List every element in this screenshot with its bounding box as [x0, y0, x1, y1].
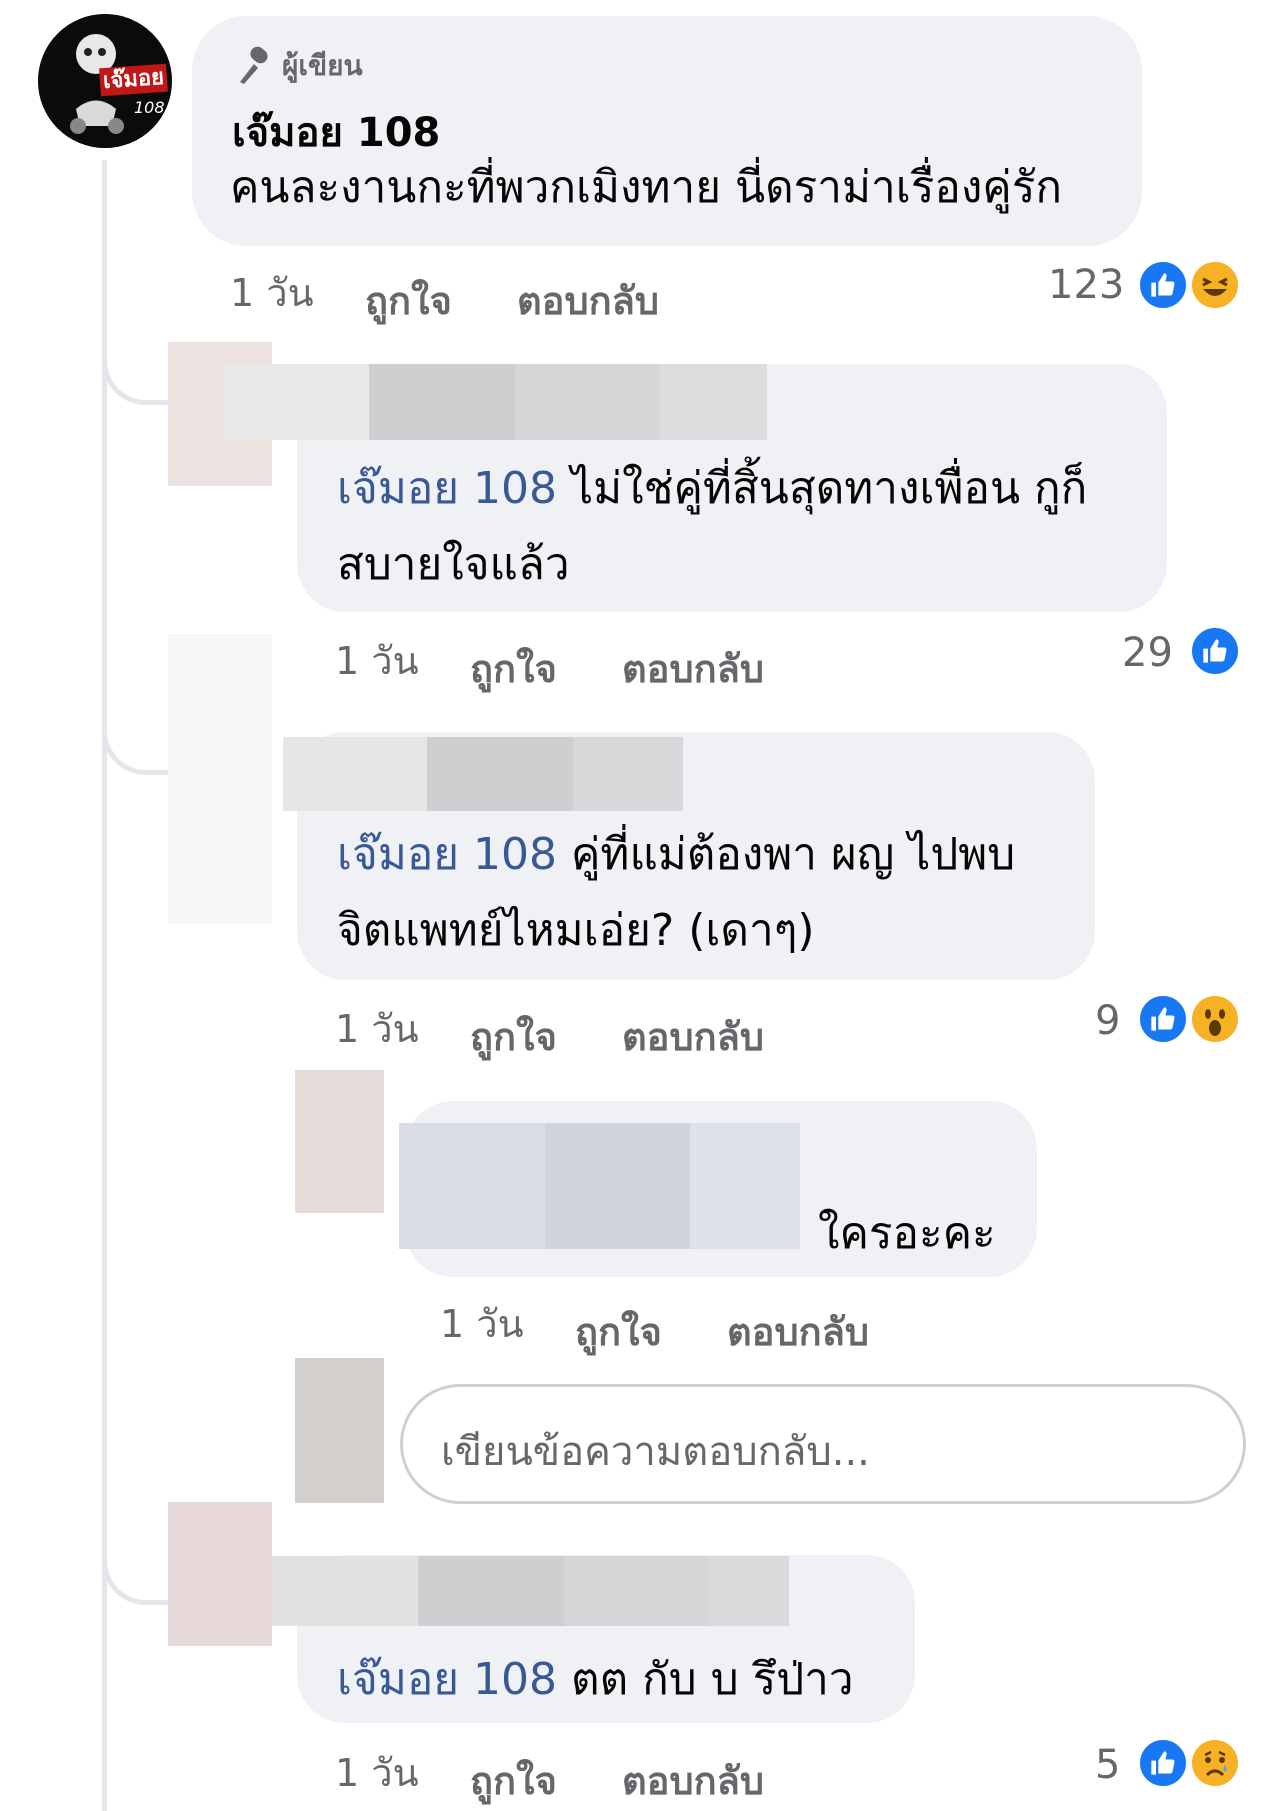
mention-link[interactable]: เจ๊มอย 108 — [337, 829, 557, 880]
like-icon — [1188, 624, 1242, 678]
comment-author[interactable]: เจ๊มอย 108 — [232, 100, 440, 164]
timestamp[interactable]: 1 วัน — [335, 630, 419, 691]
blurred-name — [399, 1123, 545, 1249]
main-comment-bubble: ผู้เขียน เจ๊มอย 108 คนละงานกะที่พวกเมิงท… — [192, 16, 1142, 246]
reply-button[interactable]: ตอบกลับ — [517, 270, 659, 331]
like-icon — [1136, 992, 1190, 1046]
reaction-count[interactable]: 123 — [1048, 262, 1124, 308]
avatar[interactable] — [295, 1070, 384, 1213]
reply-text-line1: คู่ที่แม่ต้องพา ผญ ไปพบ — [571, 829, 1016, 880]
thread-elbow — [102, 1530, 177, 1605]
reply-button[interactable]: ตอบกลับ — [622, 1006, 764, 1067]
blurred-name — [573, 737, 683, 811]
like-icon — [1136, 1736, 1190, 1790]
reply-button[interactable]: ตอบกลับ — [622, 1750, 764, 1811]
like-button[interactable]: ถูกใจ — [470, 1750, 557, 1811]
mention-link[interactable]: เจ๊มอย 108 — [337, 463, 557, 514]
like-button[interactable]: ถูกใจ — [470, 638, 557, 699]
blurred-name — [369, 364, 515, 440]
reply-input[interactable]: เขียนข้อความตอบกลับ... — [400, 1384, 1246, 1504]
timestamp[interactable]: 1 วัน — [440, 1293, 524, 1354]
reply-text: เจ๊มอย 108 ตต กับ บ รึป่าว — [337, 1641, 854, 1719]
reply-meta: 1 วัน ถูกใจ ตอบกลับ — [335, 998, 1135, 1059]
blurred-name — [690, 1123, 800, 1249]
timestamp[interactable]: 1 วัน — [335, 1742, 419, 1803]
logo-subtext: 108 — [134, 98, 165, 117]
blurred-name — [427, 737, 573, 811]
thread-elbow — [102, 330, 177, 405]
reaction-count[interactable]: 9 — [1095, 998, 1120, 1044]
microphone-icon — [240, 46, 268, 84]
like-button[interactable]: ถูกใจ — [575, 1301, 662, 1362]
timestamp[interactable]: 1 วัน — [335, 998, 419, 1059]
like-icon — [1136, 258, 1190, 312]
current-user-avatar — [295, 1358, 384, 1503]
logo-text: เจ๊มอย — [99, 63, 168, 97]
blurred-name — [564, 1556, 709, 1626]
thread-elbow — [102, 700, 177, 775]
sad-icon — [1188, 1736, 1242, 1790]
reply-button[interactable]: ตอบกลับ — [727, 1301, 869, 1362]
timestamp[interactable]: 1 วัน — [230, 262, 314, 323]
comment-meta: 1 วัน ถูกใจ ตอบกลับ — [230, 262, 1130, 323]
reply-meta: 1 วัน ถูกใจ ตอบกลับ — [335, 1742, 1135, 1803]
blurred-name — [272, 1556, 418, 1626]
reply-text-line1: ไม่ใช่คู่ที่สิ้นสุดทางเพื่อน กูก็ — [571, 463, 1088, 514]
reply-button[interactable]: ตอบกลับ — [622, 638, 764, 699]
blurred-name — [418, 1556, 564, 1626]
reply-text-line2: จิตแพทย์ไหมเอ่ย? (เดาๆ) — [337, 905, 815, 956]
reply-meta: 1 วัน ถูกใจ ตอบกลับ — [440, 1293, 1140, 1354]
reaction-count[interactable]: 29 — [1122, 630, 1173, 676]
like-button[interactable]: ถูกใจ — [470, 1006, 557, 1067]
reply-meta: 1 วัน ถูกใจ ตอบกลับ — [335, 630, 1135, 691]
author-avatar[interactable]: เจ๊มอย 108 — [38, 14, 172, 148]
reply-text-line2: สบายใจแล้ว — [337, 539, 570, 590]
reply-text-line1: ตต กับ บ รึป่าว — [571, 1654, 854, 1705]
blurred-name — [545, 1123, 690, 1249]
blurred-name — [283, 737, 427, 811]
reply-text: ใครอะคะ — [818, 1208, 996, 1259]
author-badge-label: ผู้เขียน — [282, 49, 363, 82]
blurred-name — [515, 364, 660, 440]
blurred-name — [660, 364, 767, 440]
comment-text: คนละงานกะที่พวกเมิงทาย นี่ดราม่าเรื่องคู… — [230, 162, 1063, 213]
avatar[interactable] — [168, 634, 272, 924]
blurred-name — [709, 1556, 789, 1626]
laugh-icon — [1188, 258, 1242, 312]
reply-text: เจ๊มอย 108 คู่ที่แม่ต้องพา ผญ ไปพบ — [337, 816, 1015, 894]
like-button[interactable]: ถูกใจ — [365, 270, 452, 331]
reaction-count[interactable]: 5 — [1095, 1742, 1120, 1788]
avatar[interactable] — [168, 1502, 272, 1646]
author-badge: ผู้เขียน — [234, 44, 363, 88]
blurred-name — [225, 364, 369, 440]
wow-icon — [1188, 992, 1242, 1046]
reply-text: เจ๊มอย 108 ไม่ใช่คู่ที่สิ้นสุดทางเพื่อน … — [337, 450, 1087, 528]
mention-link[interactable]: เจ๊มอย 108 — [337, 1654, 557, 1705]
reply-input-placeholder: เขียนข้อความตอบกลับ... — [441, 1429, 870, 1475]
